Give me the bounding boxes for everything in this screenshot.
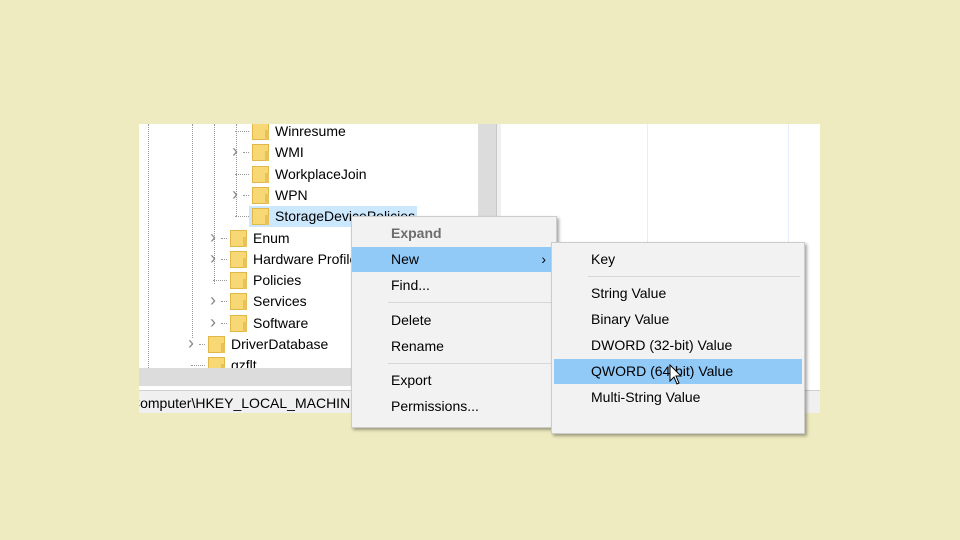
folder-icon (230, 250, 247, 268)
menu-item-new-label: New (391, 251, 420, 267)
tree-item-label: WPN (275, 186, 308, 203)
tree-line (221, 258, 227, 260)
tree-line (199, 344, 205, 345)
tree-item-label: WMI (275, 144, 304, 161)
tree-item[interactable]: Winresume (212, 124, 478, 142)
tree-item-label: Hardware Profiles (253, 250, 365, 267)
expand-chevron-icon[interactable]: › (232, 141, 238, 162)
menu-item-permissions[interactable]: Permissions... (352, 394, 556, 419)
tree-item-label: Policies (253, 272, 302, 289)
chevron-right-icon: › (541, 251, 546, 267)
expand-chevron-icon[interactable]: › (232, 184, 238, 205)
tree-item-label: DriverDatabase (231, 336, 329, 352)
folder-icon (230, 229, 247, 247)
tree-line (235, 173, 249, 175)
menu-separator (588, 276, 800, 277)
tree-item-label: Software (253, 314, 309, 331)
tree-line (243, 152, 249, 154)
menu-item-find[interactable]: Find... (352, 273, 556, 298)
expand-chevron-icon[interactable]: › (188, 333, 194, 354)
submenu-item-string-value[interactable]: String Value (552, 281, 804, 306)
mouse-cursor-icon (669, 364, 683, 385)
submenu-item-binary-value[interactable]: Binary Value (552, 307, 804, 332)
folder-icon (252, 208, 269, 226)
menu-item-export[interactable]: Export (352, 368, 556, 393)
menu-item-expand[interactable]: Expand (352, 221, 556, 246)
tree-item[interactable]: › WPN (212, 184, 478, 206)
tree-item-label: WorkplaceJoin (275, 165, 367, 182)
tree-line (235, 216, 249, 218)
folder-icon (230, 272, 247, 290)
menu-item-rename[interactable]: Rename (352, 334, 556, 359)
tree-item-label: Services (253, 293, 307, 310)
tree-item-label: Enum (253, 229, 290, 246)
context-menu: Expand New › Find... Delete Rename Export… (351, 216, 557, 428)
tree-item[interactable]: WorkplaceJoin (212, 164, 478, 185)
expand-chevron-icon[interactable]: › (210, 290, 216, 311)
folder-icon (252, 186, 269, 204)
expand-chevron-icon[interactable]: › (210, 312, 216, 333)
tree-line (235, 131, 249, 132)
folder-icon (252, 144, 269, 162)
menu-item-delete[interactable]: Delete (352, 308, 556, 333)
menu-item-new[interactable]: New › (352, 247, 556, 272)
tree-line (221, 322, 227, 324)
tree-line (191, 365, 205, 367)
tree-line (221, 301, 227, 303)
menu-separator (388, 363, 552, 364)
tree-item[interactable]: › WMI (212, 141, 478, 163)
tree-line (213, 280, 227, 282)
folder-icon (230, 293, 247, 311)
submenu-item-dword-value[interactable]: DWORD (32-bit) Value (552, 333, 804, 358)
tree-item-label: Winresume (275, 124, 346, 139)
new-submenu: Key String Value Binary Value DWORD (32-… (551, 242, 805, 434)
menu-separator (388, 302, 552, 303)
expand-chevron-icon[interactable]: › (210, 248, 216, 269)
tree-line (221, 237, 227, 239)
folder-icon (230, 314, 247, 332)
expand-chevron-icon[interactable]: › (210, 227, 216, 248)
folder-icon (208, 336, 225, 353)
tree-line (243, 194, 249, 196)
folder-icon (252, 124, 269, 140)
submenu-item-multi-string-value[interactable]: Multi-String Value (552, 385, 804, 410)
submenu-item-key[interactable]: Key (552, 247, 804, 272)
tree-line (148, 124, 149, 368)
folder-icon (252, 165, 269, 183)
